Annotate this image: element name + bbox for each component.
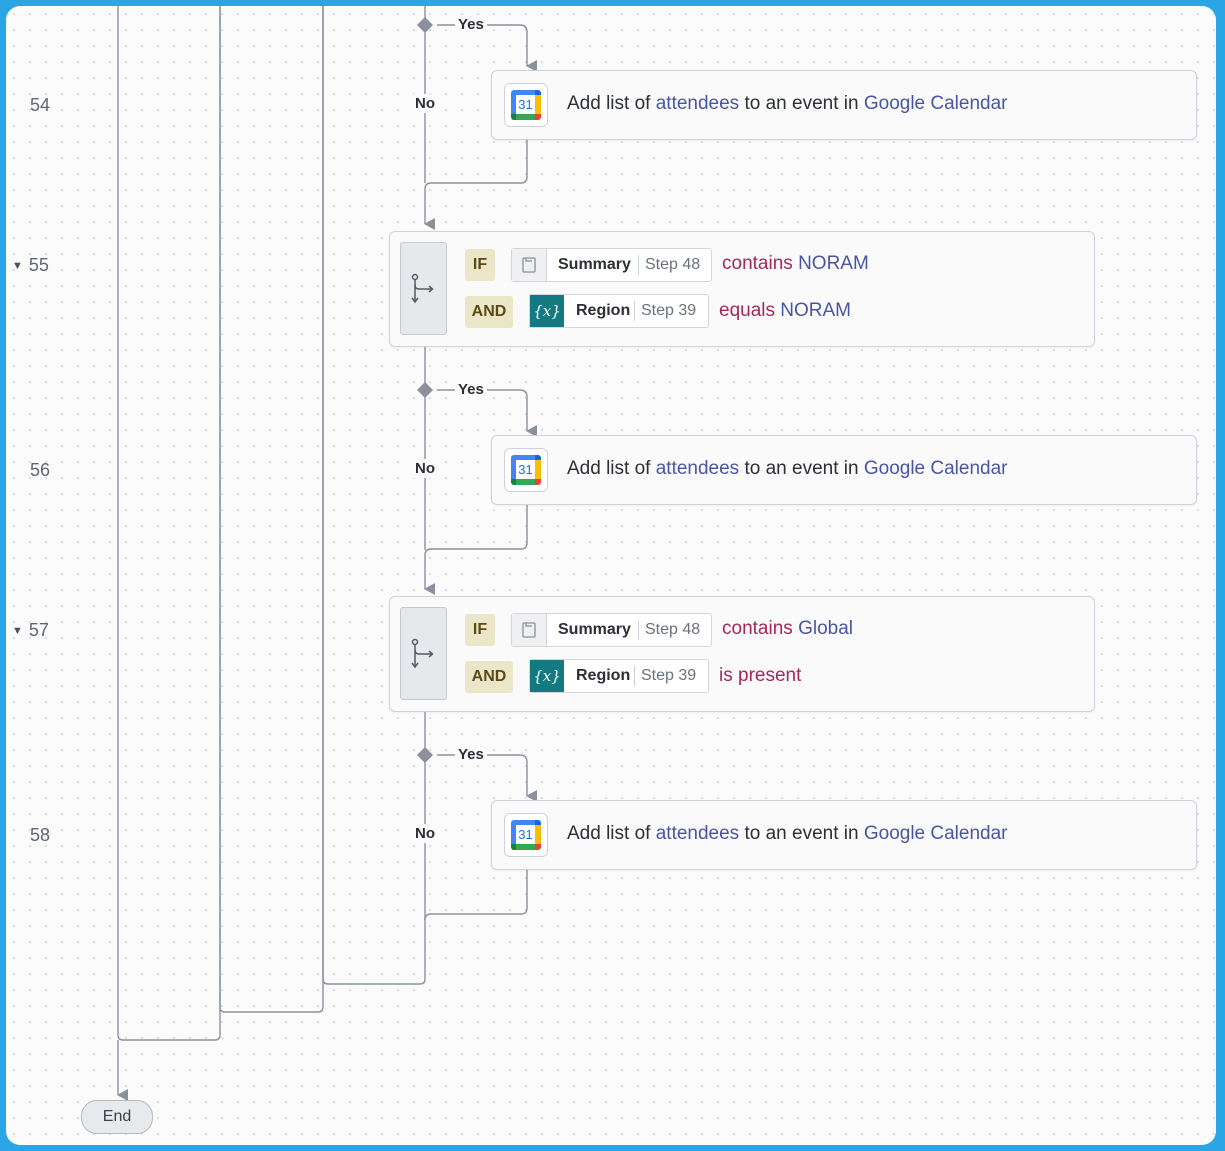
app-link[interactable]: Google Calendar <box>864 823 1008 844</box>
google-calendar-icon: 31 <box>504 83 548 127</box>
action-step-card[interactable]: 31 Add list of attendees to an event in … <box>491 800 1197 870</box>
collapse-caret-icon[interactable]: ▼ <box>12 260 23 272</box>
yes-branch-label: Yes <box>455 15 487 34</box>
condition-expression: contains NORAM <box>722 253 869 274</box>
app-link[interactable]: Google Calendar <box>864 93 1008 114</box>
line-number: 58 <box>30 825 51 845</box>
condition-expression: is present <box>719 665 802 686</box>
branch-icon <box>400 607 447 700</box>
condition-expression: equals NORAM <box>719 300 852 321</box>
google-calendar-icon: 31 <box>504 448 548 492</box>
line-number-collapsible[interactable]: ▼ 57 <box>12 620 52 641</box>
region-variable-pill[interactable]: {x} Region Step 39 <box>529 294 709 328</box>
variable-icon: {x} <box>530 660 564 692</box>
app-link[interactable]: Google Calendar <box>864 458 1008 479</box>
yes-branch-label: Yes <box>455 380 487 399</box>
field-link[interactable]: attendees <box>656 93 739 114</box>
workflow-canvas[interactable]: 54 ▼ 55 56 ▼ 57 58 Yes No Yes No Yes No 31… <box>6 6 1216 1145</box>
summary-field-pill[interactable]: Summary Step 48 <box>511 613 712 647</box>
and-operator-badge: AND <box>465 296 513 328</box>
connector-wires <box>117 6 537 1101</box>
line-number-collapsible[interactable]: ▼ 55 <box>12 255 52 276</box>
no-branch-label: No <box>412 459 438 478</box>
action-step-card[interactable]: 31 Add list of attendees to an event in … <box>491 70 1197 140</box>
field-link[interactable]: attendees <box>656 458 739 479</box>
action-description: Add list of attendees to an event in Goo… <box>567 458 1008 479</box>
field-link[interactable]: attendees <box>656 823 739 844</box>
line-number: 54 <box>30 95 51 115</box>
yes-branch-label: Yes <box>455 745 487 764</box>
variable-icon: {x} <box>530 295 564 327</box>
and-operator-badge: AND <box>465 661 513 693</box>
if-operator-badge: IF <box>465 249 495 281</box>
condition-step-card[interactable]: IF Summary Step 48 contains NORAM AND {x… <box>389 231 1095 347</box>
condition-expression: contains Global <box>722 618 853 639</box>
line-number: 56 <box>30 460 51 480</box>
collapse-caret-icon[interactable]: ▼ <box>12 625 23 637</box>
summary-icon <box>512 249 547 281</box>
end-node[interactable]: End <box>81 1100 153 1134</box>
no-branch-label: No <box>412 94 438 113</box>
summary-field-pill[interactable]: Summary Step 48 <box>511 248 712 282</box>
no-branch-label: No <box>412 824 438 843</box>
if-operator-badge: IF <box>465 614 495 646</box>
action-description: Add list of attendees to an event in Goo… <box>567 93 1008 114</box>
condition-step-card[interactable]: IF Summary Step 48 contains Global AND {… <box>389 596 1095 712</box>
branch-icon <box>400 242 447 335</box>
action-description: Add list of attendees to an event in Goo… <box>567 823 1008 844</box>
region-variable-pill[interactable]: {x} Region Step 39 <box>529 659 709 693</box>
summary-icon <box>512 614 547 646</box>
action-step-card[interactable]: 31 Add list of attendees to an event in … <box>491 435 1197 505</box>
google-calendar-icon: 31 <box>504 813 548 857</box>
